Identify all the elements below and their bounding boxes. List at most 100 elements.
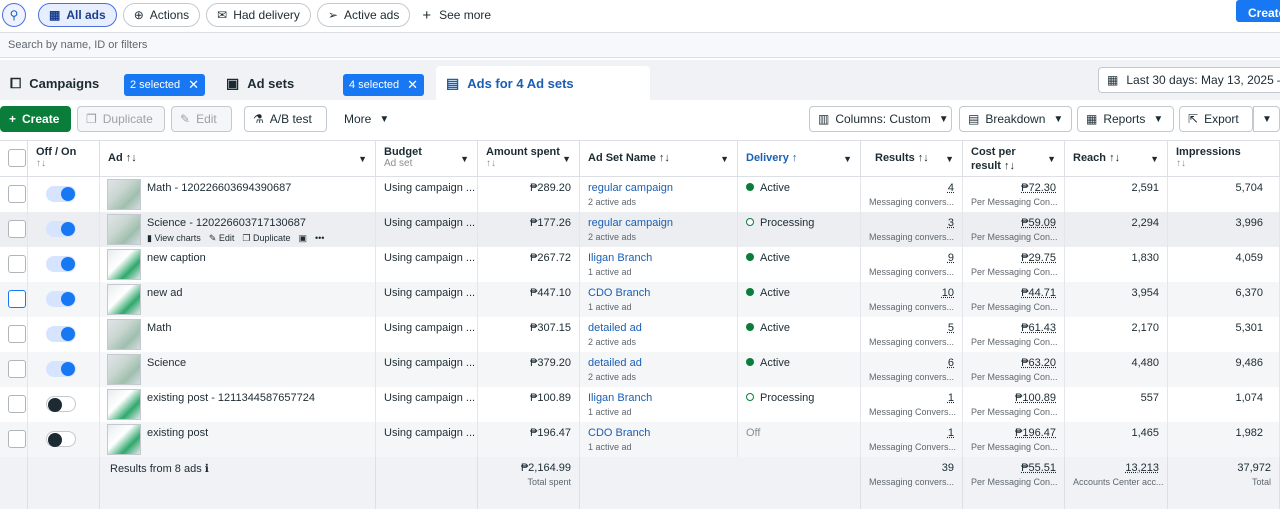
adset-link[interactable]: regular campaign: [588, 217, 673, 229]
caret-down-icon: ▼: [1150, 154, 1159, 164]
ad-name[interactable]: new caption: [147, 252, 206, 264]
header-ad[interactable]: Ad ↑↓ ▼: [100, 141, 376, 177]
on-off-toggle[interactable]: [46, 431, 76, 447]
image-icon[interactable]: ▣: [298, 233, 307, 244]
ad-cell: Math - 120226603694390687: [100, 177, 376, 212]
row-checkbox[interactable]: [8, 185, 26, 203]
table-row[interactable]: new caption Using campaign ... ₱267.72 Ilig…: [0, 247, 1280, 282]
ad-thumbnail[interactable]: [107, 319, 141, 350]
ab-test-button[interactable]: ⚗ A/B test: [244, 106, 327, 132]
ad-name[interactable]: existing post: [147, 427, 208, 439]
adset-link[interactable]: Iligan Branch: [588, 392, 652, 404]
ad-thumbnail[interactable]: [107, 354, 141, 385]
duplicate-button[interactable]: ❐ Duplicate: [77, 106, 165, 132]
on-off-toggle[interactable]: [46, 326, 76, 342]
adset-link[interactable]: CDO Branch: [588, 427, 650, 439]
columns-button[interactable]: ▥ Columns: Custom ▼: [809, 106, 952, 132]
ad-name[interactable]: Math - 120226603694390687: [147, 182, 291, 194]
on-off-toggle[interactable]: [46, 291, 76, 307]
on-off-toggle[interactable]: [46, 396, 76, 412]
search-input[interactable]: Search by name, ID or filters: [0, 32, 1280, 58]
actions-pill[interactable]: ⊕ Actions: [122, 3, 201, 27]
create-button[interactable]: + Create: [0, 106, 71, 132]
row-checkbox[interactable]: [8, 255, 26, 273]
on-off-toggle[interactable]: [46, 186, 76, 202]
breakdown-button[interactable]: ▤ Breakdown ▼: [959, 106, 1072, 132]
ad-thumbnail[interactable]: [107, 249, 141, 280]
create-top-button[interactable]: Create: [1236, 0, 1280, 22]
row-checkbox[interactable]: [8, 290, 26, 308]
reports-button[interactable]: ▦ Reports ▼: [1077, 106, 1174, 132]
delivery-status: Processing: [760, 217, 815, 229]
close-icon[interactable]: ✕: [407, 77, 418, 93]
close-icon[interactable]: ✕: [188, 77, 199, 93]
ad-name[interactable]: Math: [147, 322, 171, 334]
header-adset-name[interactable]: Ad Set Name ↑↓ ▼: [580, 141, 738, 177]
ad-name[interactable]: new ad: [147, 287, 182, 299]
table-row[interactable]: Science - 120226603717130687 ▮ View chart…: [0, 212, 1280, 247]
active-ads-pill[interactable]: ➢ Active ads: [316, 3, 411, 27]
table-row[interactable]: Math Using campaign ... ₱307.15 detailed ad…: [0, 317, 1280, 352]
adset-link[interactable]: detailed ad: [588, 322, 642, 334]
all-ads-pill[interactable]: ▦ All ads: [38, 3, 117, 27]
adset-link[interactable]: Iligan Branch: [588, 252, 652, 264]
more-options-icon[interactable]: •••: [315, 233, 324, 244]
caret-down-icon: ▼: [945, 154, 954, 164]
table-row[interactable]: Math - 120226603694390687 Using campaign …: [0, 177, 1280, 212]
table-row[interactable]: new ad Using campaign ... ₱447.10 CDO Branc…: [0, 282, 1280, 317]
header-offon[interactable]: Off / On ↑↓: [28, 141, 100, 177]
info-icon[interactable]: ℹ: [205, 463, 209, 475]
row-checkbox[interactable]: [8, 360, 26, 378]
had-delivery-pill[interactable]: ✉ Had delivery: [206, 3, 311, 27]
toggle-cell: [28, 282, 100, 317]
adset-link[interactable]: CDO Branch: [588, 287, 650, 299]
ad-thumbnail[interactable]: [107, 389, 141, 420]
header-budget[interactable]: Budget Ad set ▼: [376, 141, 478, 177]
edit-button[interactable]: ✎ Edit: [171, 106, 232, 132]
table-row[interactable]: existing post - 1211344587657724 Using ca…: [0, 387, 1280, 422]
ad-name[interactable]: existing post - 1211344587657724: [147, 392, 315, 404]
search-icon[interactable]: ⚲: [2, 3, 26, 27]
tab-adsets[interactable]: ▣ Ad sets: [216, 66, 304, 100]
row-checkbox[interactable]: [8, 325, 26, 343]
tab-ads[interactable]: ▤ Ads for 4 Ad sets: [436, 66, 650, 100]
tab-campaigns[interactable]: ⧠ Campaigns: [0, 66, 109, 100]
row-checkbox[interactable]: [8, 430, 26, 448]
header-reach[interactable]: Reach ↑↓ ▼: [1065, 141, 1168, 177]
ad-thumbnail[interactable]: [107, 214, 141, 245]
row-checkbox[interactable]: [8, 395, 26, 413]
delivery-cell: Active: [738, 317, 861, 352]
see-more-button[interactable]: + See more: [422, 7, 491, 24]
header-delivery[interactable]: Delivery ↑ ▼: [738, 141, 861, 177]
ad-thumbnail[interactable]: [107, 179, 141, 210]
duplicate-link[interactable]: ❐ Duplicate: [242, 233, 290, 244]
ad-thumbnail[interactable]: [107, 284, 141, 315]
header-results[interactable]: Results ↑↓ ▼: [861, 141, 963, 177]
header-cost-per-result[interactable]: Cost per result ↑↓ ▼: [963, 141, 1065, 177]
impressions-cell: 1,074: [1168, 387, 1280, 422]
ad-name[interactable]: Science - 120226603717130687: [147, 217, 306, 229]
ad-thumbnail[interactable]: [107, 424, 141, 455]
date-range-picker[interactable]: ▦Last 30 days: May 13, 2025 – Ju: [1098, 67, 1280, 93]
campaigns-selected-badge[interactable]: 2 selected ✕: [124, 74, 206, 96]
on-off-toggle[interactable]: [46, 361, 76, 377]
on-off-toggle[interactable]: [46, 256, 76, 272]
adset-cell: CDO Branch 1 active ad: [580, 422, 738, 457]
header-amount-spent[interactable]: Amount spent ↑↓ ▼: [478, 141, 580, 177]
select-all-checkbox[interactable]: [8, 149, 26, 167]
edit-link[interactable]: ✎ Edit: [209, 233, 235, 244]
delivery-cell: Active: [738, 282, 861, 317]
table-row[interactable]: Science Using campaign ... ₱379.20 detailed…: [0, 352, 1280, 387]
export-button[interactable]: ⇱ Export: [1179, 106, 1253, 132]
table-row[interactable]: existing post Using campaign ... ₱196.47 CD…: [0, 422, 1280, 457]
header-impressions[interactable]: Impressions ↑↓: [1168, 141, 1280, 177]
adset-link[interactable]: detailed ad: [588, 357, 642, 369]
export-options-button[interactable]: ▼: [1253, 106, 1280, 132]
adset-link[interactable]: regular campaign: [588, 182, 673, 194]
row-checkbox[interactable]: [8, 220, 26, 238]
view-charts-link[interactable]: ▮ View charts: [147, 233, 201, 244]
on-off-toggle[interactable]: [46, 221, 76, 237]
ad-name[interactable]: Science: [147, 357, 186, 369]
more-button[interactable]: More ▼: [335, 106, 401, 132]
adsets-selected-badge[interactable]: 4 selected ✕: [343, 74, 425, 96]
